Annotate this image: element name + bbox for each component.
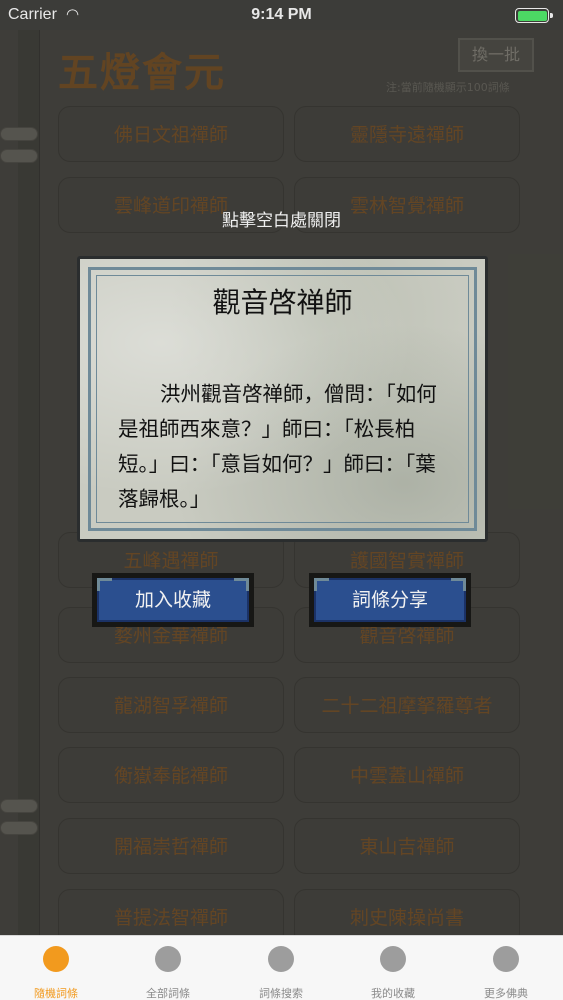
favorites-tab-icon (380, 946, 406, 972)
entry-text: 洪州觀音啓禅師，僧問：「如何是祖師西來意？」師曰：「松長柏短。」曰：「意旨如何？… (118, 382, 437, 511)
share-label: 詞條分享 (314, 578, 466, 622)
tab-search[interactable]: 詞條搜索 (225, 936, 337, 1000)
status-time: 9:14 PM (251, 6, 312, 23)
tab-favorites[interactable]: 我的收藏 (337, 936, 449, 1000)
share-button[interactable]: 詞條分享 (309, 573, 471, 627)
more-tab-icon (493, 946, 519, 972)
tab-label: 詞條搜索 (259, 987, 303, 1000)
tab-label: 我的收藏 (371, 987, 415, 1000)
add-favorite-button[interactable]: 加入收藏 (92, 573, 254, 627)
tab-random[interactable]: 隨機詞條 (0, 936, 112, 1000)
add-favorite-label: 加入收藏 (97, 578, 249, 622)
status-bar: Carrier ◠ 9:14 PM (0, 0, 563, 30)
search-tab-icon (268, 946, 294, 972)
entry-title: 觀音啓禅師 (212, 286, 353, 319)
battery-fill (517, 10, 547, 21)
tab-all[interactable]: 全部詞條 (112, 936, 224, 1000)
close-hint: 點擊空白處關閉 (222, 211, 341, 231)
tab-label: 更多佛典 (484, 987, 528, 1000)
tab-bar: 隨機詞條 全部詞條 詞條搜索 我的收藏 更多佛典 (0, 935, 563, 1000)
battery-icon (515, 8, 553, 23)
tab-more[interactable]: 更多佛典 (450, 936, 562, 1000)
all-entries-tab-icon (155, 946, 181, 972)
random-tab-icon (43, 946, 69, 972)
tab-label: 全部詞條 (146, 987, 190, 1000)
entry-card: 觀音啓禅師 洪州觀音啓禅師，僧問：「如何是祖師西來意？」師曰：「松長柏短。」曰：… (77, 256, 488, 542)
tab-label: 隨機詞條 (34, 987, 78, 1000)
